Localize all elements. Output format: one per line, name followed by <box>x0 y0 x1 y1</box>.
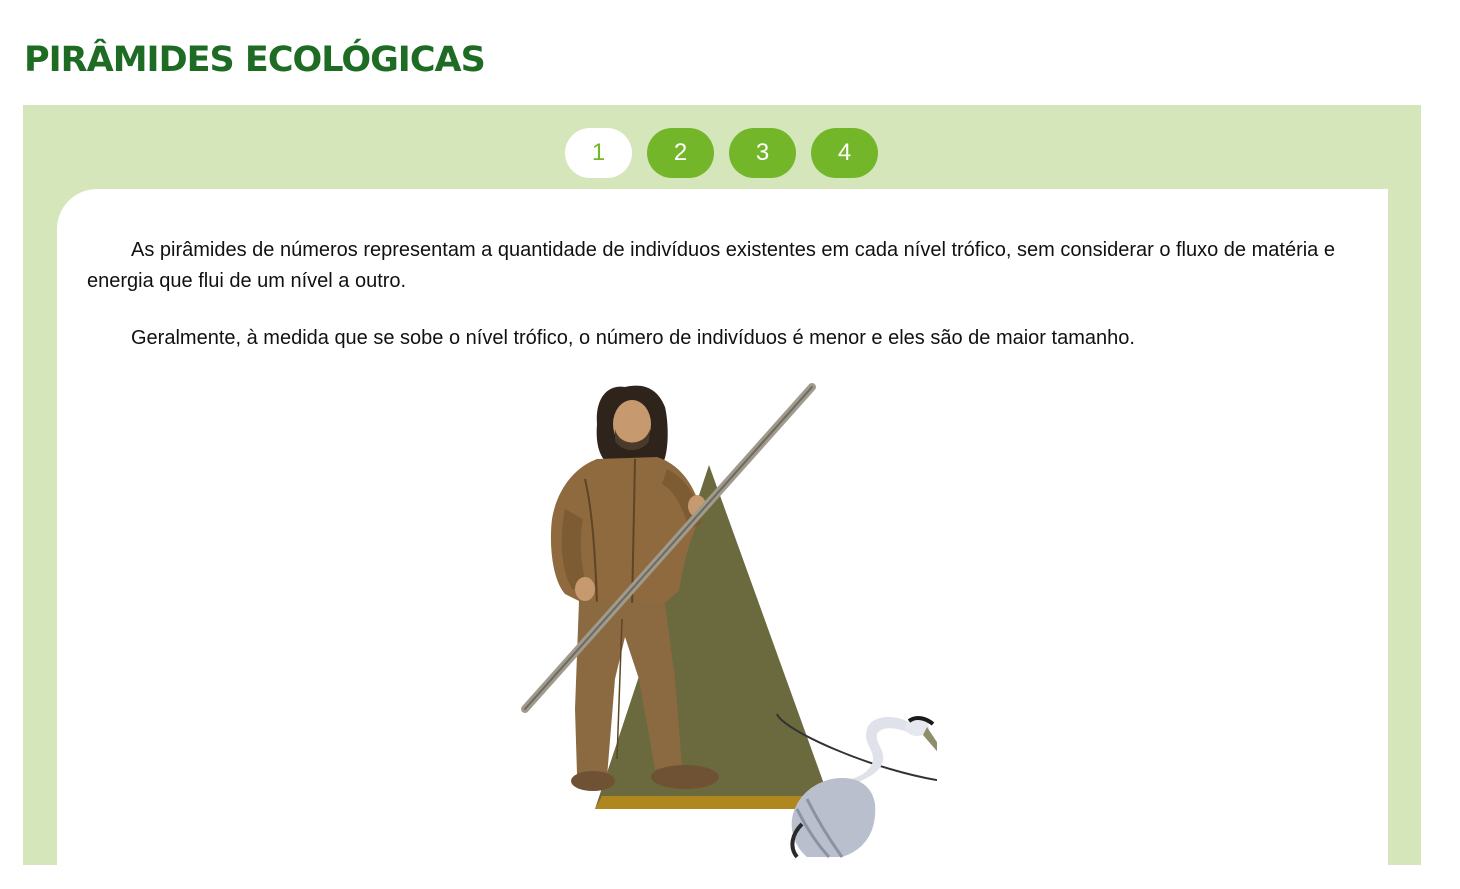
ecological-pyramid-illustration <box>521 383 937 859</box>
page-button-2[interactable]: 2 <box>647 128 714 178</box>
page-button-3[interactable]: 3 <box>729 128 796 178</box>
pagination: 1 2 3 4 <box>565 128 878 178</box>
content-card: As pirâmides de números representam a qu… <box>57 189 1388 889</box>
content-panel: 1 2 3 4 As pirâmides de números represen… <box>23 105 1421 889</box>
page-button-1[interactable]: 1 <box>565 128 632 178</box>
paragraph-trophic-levels: Geralmente, à medida que se sobe o nível… <box>131 327 1135 349</box>
page-title: PIRÂMIDES ECOLÓGICAS <box>24 40 486 80</box>
page-button-4[interactable]: 4 <box>811 128 878 178</box>
paragraph-pyramid-numbers: As pirâmides de números representam a qu… <box>87 239 1335 292</box>
